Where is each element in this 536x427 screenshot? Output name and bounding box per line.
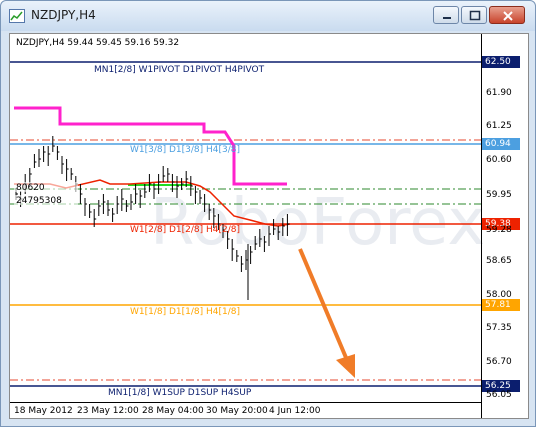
price-label-60-94: 60.94	[482, 138, 520, 150]
price-tick: 56.05	[486, 390, 512, 400]
price-label-57-81: 57.81	[482, 299, 520, 311]
window-title: NZDJPY,H4	[31, 8, 96, 22]
level-label-1-8: W1[1/8] D1[1/8] H4[1/8]	[130, 307, 241, 317]
price-tick: 60.60	[486, 155, 512, 165]
level-label-2-8: W1[2/8] D1[2/8] H4[2/8]	[130, 225, 241, 235]
time-tick: 18 May 2012	[14, 406, 73, 416]
time-tick: 30 May 20:00	[206, 406, 268, 416]
maximize-button[interactable]	[461, 6, 487, 24]
forecast-arrow	[298, 248, 355, 378]
time-tick: 23 May 12:00	[77, 406, 139, 416]
chart-canvas: RoboForex 80620 24795308	[10, 34, 485, 418]
price-tick: 58.00	[486, 290, 512, 300]
level-label-support: MN1[1/8] W1SUP D1SUP H4SUP	[108, 388, 252, 398]
level-label-3-8: W1[3/8] D1[3/8] H4[3/8]	[130, 145, 241, 155]
price-chart[interactable]: RoboForex 80620 24795308 NZDJPY,H4 59.44…	[9, 33, 529, 419]
price-label-62-50: 62.50	[482, 56, 520, 68]
minimize-button[interactable]	[433, 6, 459, 24]
price-tick: 59.95	[486, 190, 512, 200]
left-label-2: 24795308	[16, 196, 62, 206]
price-tick: 59.28	[486, 225, 512, 235]
chart-info-line: NZDJPY,H4 59.44 59.45 59.16 59.32	[16, 38, 180, 48]
minimize-icon	[443, 17, 451, 19]
time-tick: 4 Jun 12:00	[269, 406, 321, 416]
chart-icon	[9, 9, 25, 23]
time-tick: 28 May 04:00	[142, 406, 204, 416]
close-icon	[503, 11, 513, 21]
price-tick: 57.35	[486, 323, 512, 333]
title-bar[interactable]: NZDJPY,H4	[1, 1, 535, 31]
chart-window: NZDJPY,H4 RoboForex 80620 24795308 NZDJP…	[0, 0, 536, 427]
maximize-icon	[469, 10, 481, 21]
left-label-1: 80620	[16, 183, 45, 193]
close-button[interactable]	[489, 6, 525, 24]
price-tick: 61.25	[486, 121, 512, 131]
price-tick: 56.70	[486, 357, 512, 367]
price-tick: 58.65	[486, 256, 512, 266]
price-tick: 61.90	[486, 88, 512, 98]
level-label-pivot: MN1[2/8] W1PIVOT D1PIVOT H4PIVOT	[94, 65, 265, 75]
